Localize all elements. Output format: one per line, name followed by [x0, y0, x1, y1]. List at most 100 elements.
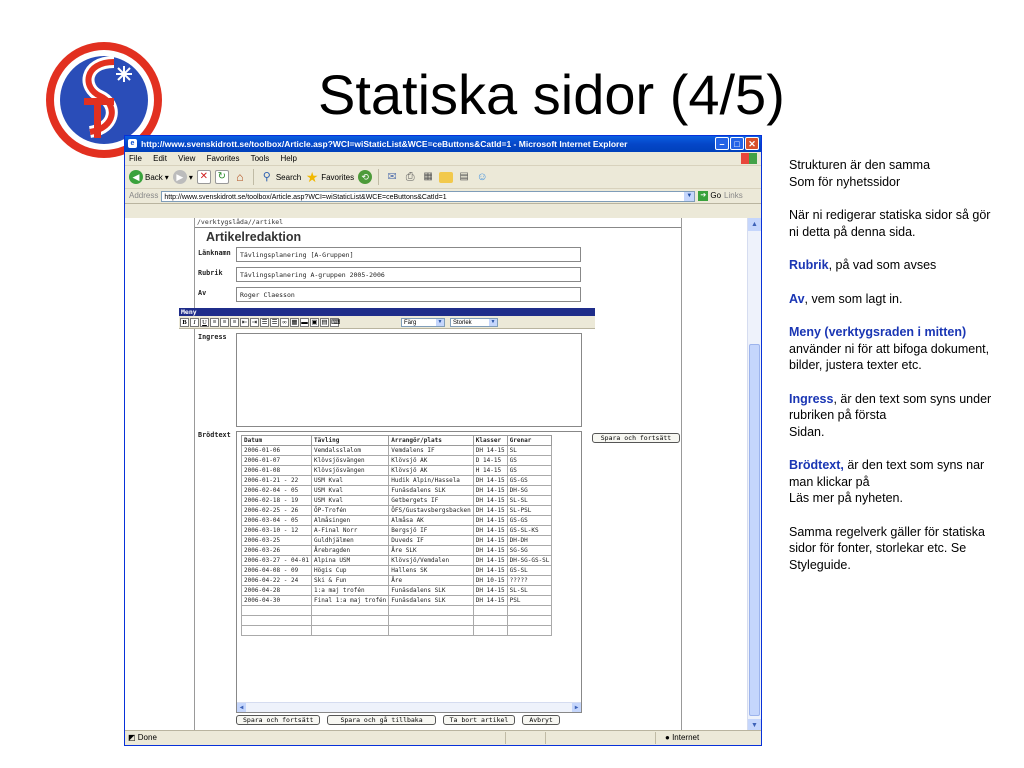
table-cell[interactable]: Högis Cup [311, 565, 390, 576]
folder-icon[interactable] [439, 171, 454, 183]
table-cell[interactable]: GS [506, 465, 553, 476]
align-center-icon[interactable]: ≡ [220, 317, 229, 327]
forward-button[interactable]: ▶ ▾ [172, 170, 193, 184]
align-left-icon[interactable]: ≡ [210, 317, 219, 327]
table-cell[interactable]: 2006-01-08 [240, 465, 313, 476]
table-cell[interactable]: DH 14-15 [472, 585, 508, 596]
table-cell[interactable]: 2006-03-26 [240, 545, 313, 556]
lanknamn-input[interactable]: Tävlingsplanering [A-Gruppen] [236, 247, 581, 262]
table-cell[interactable] [311, 615, 390, 626]
brodtext-editor[interactable]: Datum Tävling Arrangör/plats Klasser Gre… [236, 431, 582, 713]
table-cell[interactable]: Funäsdalens SLK [388, 485, 474, 496]
address-input[interactable]: http://www.svenskidrott.se/toolbox/Artic… [161, 190, 696, 202]
table-cell[interactable]: Årebragden [311, 545, 390, 556]
table-cell[interactable]: USM Kval [311, 475, 390, 486]
table-cell[interactable]: 2006-04-22 - 24 [240, 575, 313, 586]
table-cell[interactable]: Getbergets IF [388, 495, 474, 506]
horizontal-scrollbar[interactable]: ◀ ▶ [237, 702, 581, 712]
table-cell[interactable]: USM Kval [311, 485, 390, 496]
table-cell[interactable]: 2006-02-04 - 05 [240, 485, 313, 496]
table-cell[interactable]: DH-DH [506, 535, 553, 546]
indent-icon[interactable]: ⇥ [250, 317, 259, 327]
table-cell[interactable]: 2006-03-25 [240, 535, 313, 546]
messenger-icon[interactable]: ☺ [475, 170, 489, 184]
av-input[interactable]: Roger Claesson [236, 287, 581, 302]
scroll-up-icon[interactable]: ▲ [748, 218, 761, 231]
italic-button[interactable]: I [190, 317, 199, 327]
table-cell[interactable]: Funäsdalens SLK [388, 595, 474, 606]
table-cell[interactable]: 2006-01-21 - 22 [240, 475, 313, 486]
folder-icon[interactable]: ▬ [300, 317, 309, 327]
table-cell[interactable]: PSL [506, 595, 553, 606]
table-cell[interactable]: DH-SG [506, 485, 553, 496]
table-cell[interactable]: GS [506, 455, 553, 466]
scroll-left-icon[interactable]: ◀ [237, 703, 246, 712]
links-button[interactable]: Links [724, 189, 743, 203]
table-cell[interactable]: SL [506, 445, 553, 456]
research-icon[interactable]: ▤ [457, 170, 471, 184]
minimize-button[interactable]: – [715, 137, 729, 150]
table-cell[interactable]: Hallens SK [388, 565, 474, 576]
table-cell[interactable]: DH 14-15 [472, 595, 508, 606]
table-cell[interactable]: ÖFS/Gustavsbergsbacken [388, 505, 474, 516]
table-cell[interactable]: GS-SL-KS [506, 525, 553, 536]
menu-favorites[interactable]: Favorites [207, 154, 240, 163]
chevron-down-icon[interactable]: ▼ [684, 191, 695, 201]
table-cell[interactable]: DH 14-15 [472, 485, 508, 496]
table-cell[interactable]: Final 1:a maj trofén [311, 595, 390, 606]
table-cell[interactable]: 2006-01-07 [240, 455, 313, 466]
edit-icon[interactable]: ▦ [421, 170, 435, 184]
table-cell[interactable]: 2006-02-18 - 19 [240, 495, 313, 506]
size-select[interactable]: Storlek ▼ [450, 317, 498, 327]
source-icon[interactable]: ⌨ [330, 317, 340, 327]
table-cell[interactable]: Klövsjö AK [388, 465, 474, 476]
title-bar[interactable]: e http://www.svenskidrott.se/toolbox/Art… [125, 136, 761, 152]
back-button[interactable]: ◀ Back ▾ [129, 170, 169, 184]
maximize-button[interactable]: □ [730, 137, 744, 150]
table-cell[interactable]: DH 14-15 [472, 535, 508, 546]
table-cell[interactable]: H 14-15 [472, 465, 508, 476]
table-icon[interactable]: ▦ [290, 317, 299, 327]
table-cell[interactable]: DH 14-15 [472, 515, 508, 526]
table-cell[interactable] [240, 605, 313, 616]
scroll-thumb[interactable] [749, 344, 760, 716]
table-cell[interactable]: Guldhjälmen [311, 535, 390, 546]
table-cell[interactable]: Åre SLK [388, 545, 474, 556]
go-button[interactable]: ➔ Go [698, 189, 721, 203]
table-cell[interactable]: DH 14-15 [472, 505, 508, 516]
close-button[interactable]: ✕ [745, 137, 759, 150]
table-cell[interactable]: 2006-03-10 - 12 [240, 525, 313, 536]
table-cell[interactable]: USM Kval [311, 495, 390, 506]
table-cell[interactable]: Åre [388, 575, 474, 586]
outdent-icon[interactable]: ⇤ [240, 317, 249, 327]
history-icon[interactable]: ⟲ [358, 170, 373, 184]
table-cell[interactable]: SL-PSL [506, 505, 553, 516]
table-cell[interactable]: DH 14-15 [472, 525, 508, 536]
table-cell[interactable]: 2006-03-27 - 04-01 [240, 555, 313, 566]
table-cell[interactable]: 1:a maj trofén [311, 585, 390, 596]
menu-help[interactable]: Help [281, 154, 297, 163]
table-cell[interactable]: GS-GS [506, 475, 553, 486]
table-cell[interactable]: DH-SG-GS-SL [506, 555, 553, 566]
table-cell[interactable]: DH 14-15 [472, 565, 508, 576]
table-cell[interactable]: Bergsjö IF [388, 525, 474, 536]
menu-edit[interactable]: Edit [153, 154, 167, 163]
table-cell[interactable]: DH 14-15 [472, 445, 508, 456]
table-cell[interactable] [311, 625, 390, 636]
bullet-list-icon[interactable]: ☰ [270, 317, 279, 327]
table-cell[interactable] [311, 605, 390, 616]
numbered-list-icon[interactable]: ☰ [260, 317, 269, 327]
menu-view[interactable]: View [178, 154, 195, 163]
cancel-button[interactable]: Avbryt [522, 715, 560, 725]
scroll-right-icon[interactable]: ▶ [572, 703, 581, 712]
table-cell[interactable]: Klövsjö AK [388, 455, 474, 466]
save-continue-top-button[interactable]: Spara och fortsätt [592, 433, 680, 443]
table-cell[interactable]: SG-SG [506, 545, 553, 556]
stop-icon[interactable]: ✕ [196, 170, 211, 184]
print-icon[interactable]: ⎙ [403, 170, 417, 184]
table-cell[interactable]: Vemdalsslalom [311, 445, 390, 456]
table-cell[interactable]: Ski & Fun [311, 575, 390, 586]
table-cell[interactable]: GS-GS [506, 515, 553, 526]
save-back-button[interactable]: Spara och gå tillbaka [327, 715, 436, 725]
table-cell[interactable] [240, 615, 313, 626]
